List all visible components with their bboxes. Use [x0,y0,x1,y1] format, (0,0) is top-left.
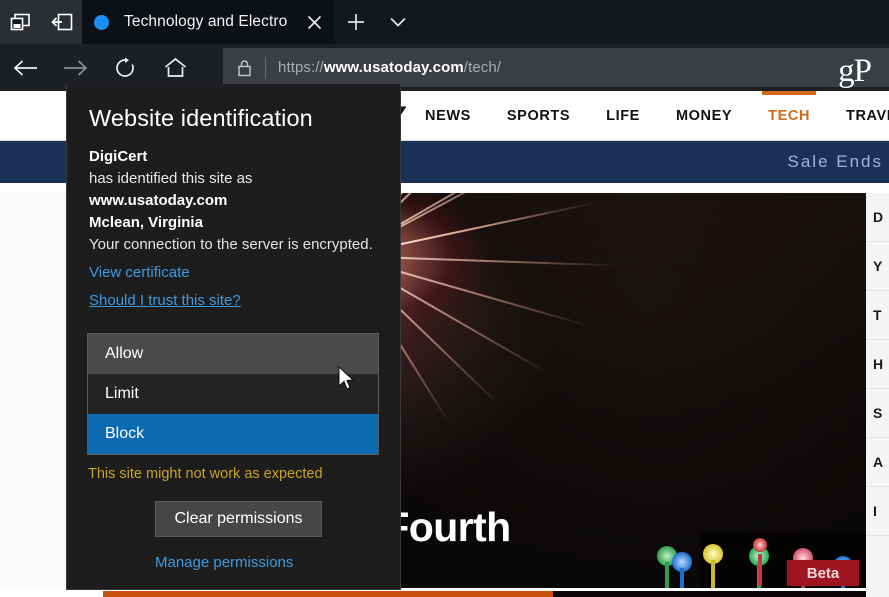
lock-icon[interactable] [223,48,265,87]
url-path: /tech/ [463,59,502,76]
site-nav-items: NEWS SPORTS LIFE MONEY TECH TRAVEL O [425,91,889,141]
tabstrip-left-icons [0,0,82,44]
website-identification-popup: Website identification DigiCert has iden… [66,84,401,590]
list-item[interactable]: A [866,438,889,487]
site-nav-travel[interactable]: TRAVEL [846,91,889,141]
permission-option-limit[interactable]: Limit [88,374,378,414]
list-item[interactable]: T [866,291,889,340]
url-host: www.usatoday.com [323,59,464,76]
tab-preview-icon[interactable] [6,7,36,37]
sale-banner-text: Sale Ends [787,152,883,171]
site-nav-sports[interactable]: SPORTS [507,91,570,141]
identified-site: www.usatoday.com [89,191,228,209]
progress-fill [103,591,553,597]
clear-permissions-button[interactable]: Clear permissions [155,501,322,537]
chevron-down-icon[interactable] [377,0,419,44]
list-item[interactable]: H [866,340,889,389]
back-button-icon[interactable] [0,44,50,91]
permission-options-list: Allow Limit Block [87,333,379,455]
view-certificate-link[interactable]: View certificate [89,264,190,281]
list-item[interactable]: D [866,193,889,242]
left-gutter [0,193,68,588]
site-nav-life[interactable]: LIFE [606,91,640,141]
tabstrip-actions [335,0,419,44]
tab-title: Technology and Electro [124,13,288,30]
site-nav-tech[interactable]: TECH [762,91,816,141]
identified-as-label: has identified this site as [89,169,253,187]
site-nav-news[interactable]: NEWS [425,91,471,141]
right-sidebar: D Y T H S A I [866,193,889,597]
permission-warning-text: This site might not work as expected [88,466,323,482]
site-nav-money[interactable]: MONEY [676,91,732,141]
tab-strip: Technology and Electro [0,0,889,44]
address-bar[interactable]: https://www.usatoday.com/tech/ [223,48,889,87]
hero-sign: Beta [787,560,859,586]
permission-option-block[interactable]: Block [88,414,378,454]
address-url: https://www.usatoday.com/tech/ [266,59,889,76]
encryption-status: Your connection to the server is encrypt… [89,236,373,253]
list-item[interactable]: Y [866,242,889,291]
progress-track [0,591,103,597]
list-item[interactable]: S [866,389,889,438]
browser-tab[interactable]: Technology and Electro [82,0,335,44]
set-tabs-aside-icon[interactable] [47,7,77,37]
url-scheme: https:// [278,59,324,76]
manage-permissions-link[interactable]: Manage permissions [155,554,293,571]
should-i-trust-link[interactable]: Should I trust this site? [89,292,241,309]
identification-details: DigiCert has identified this site as www… [89,146,389,234]
identified-location: Mclean, Virginia [89,213,203,231]
stage-lights [645,460,853,588]
new-tab-icon[interactable] [335,0,377,44]
tab-favicon-icon [94,14,109,30]
permission-option-allow[interactable]: Allow [88,334,378,374]
popup-title: Website identification [89,105,313,131]
hero-bottom-edge [553,591,889,597]
list-item[interactable]: I [866,487,889,536]
browser-window: Technology and Electro https://www.usato… [0,0,889,597]
groovypost-watermark: gP [838,53,872,89]
close-tab-icon[interactable] [301,9,327,35]
certificate-issuer: DigiCert [89,148,148,165]
